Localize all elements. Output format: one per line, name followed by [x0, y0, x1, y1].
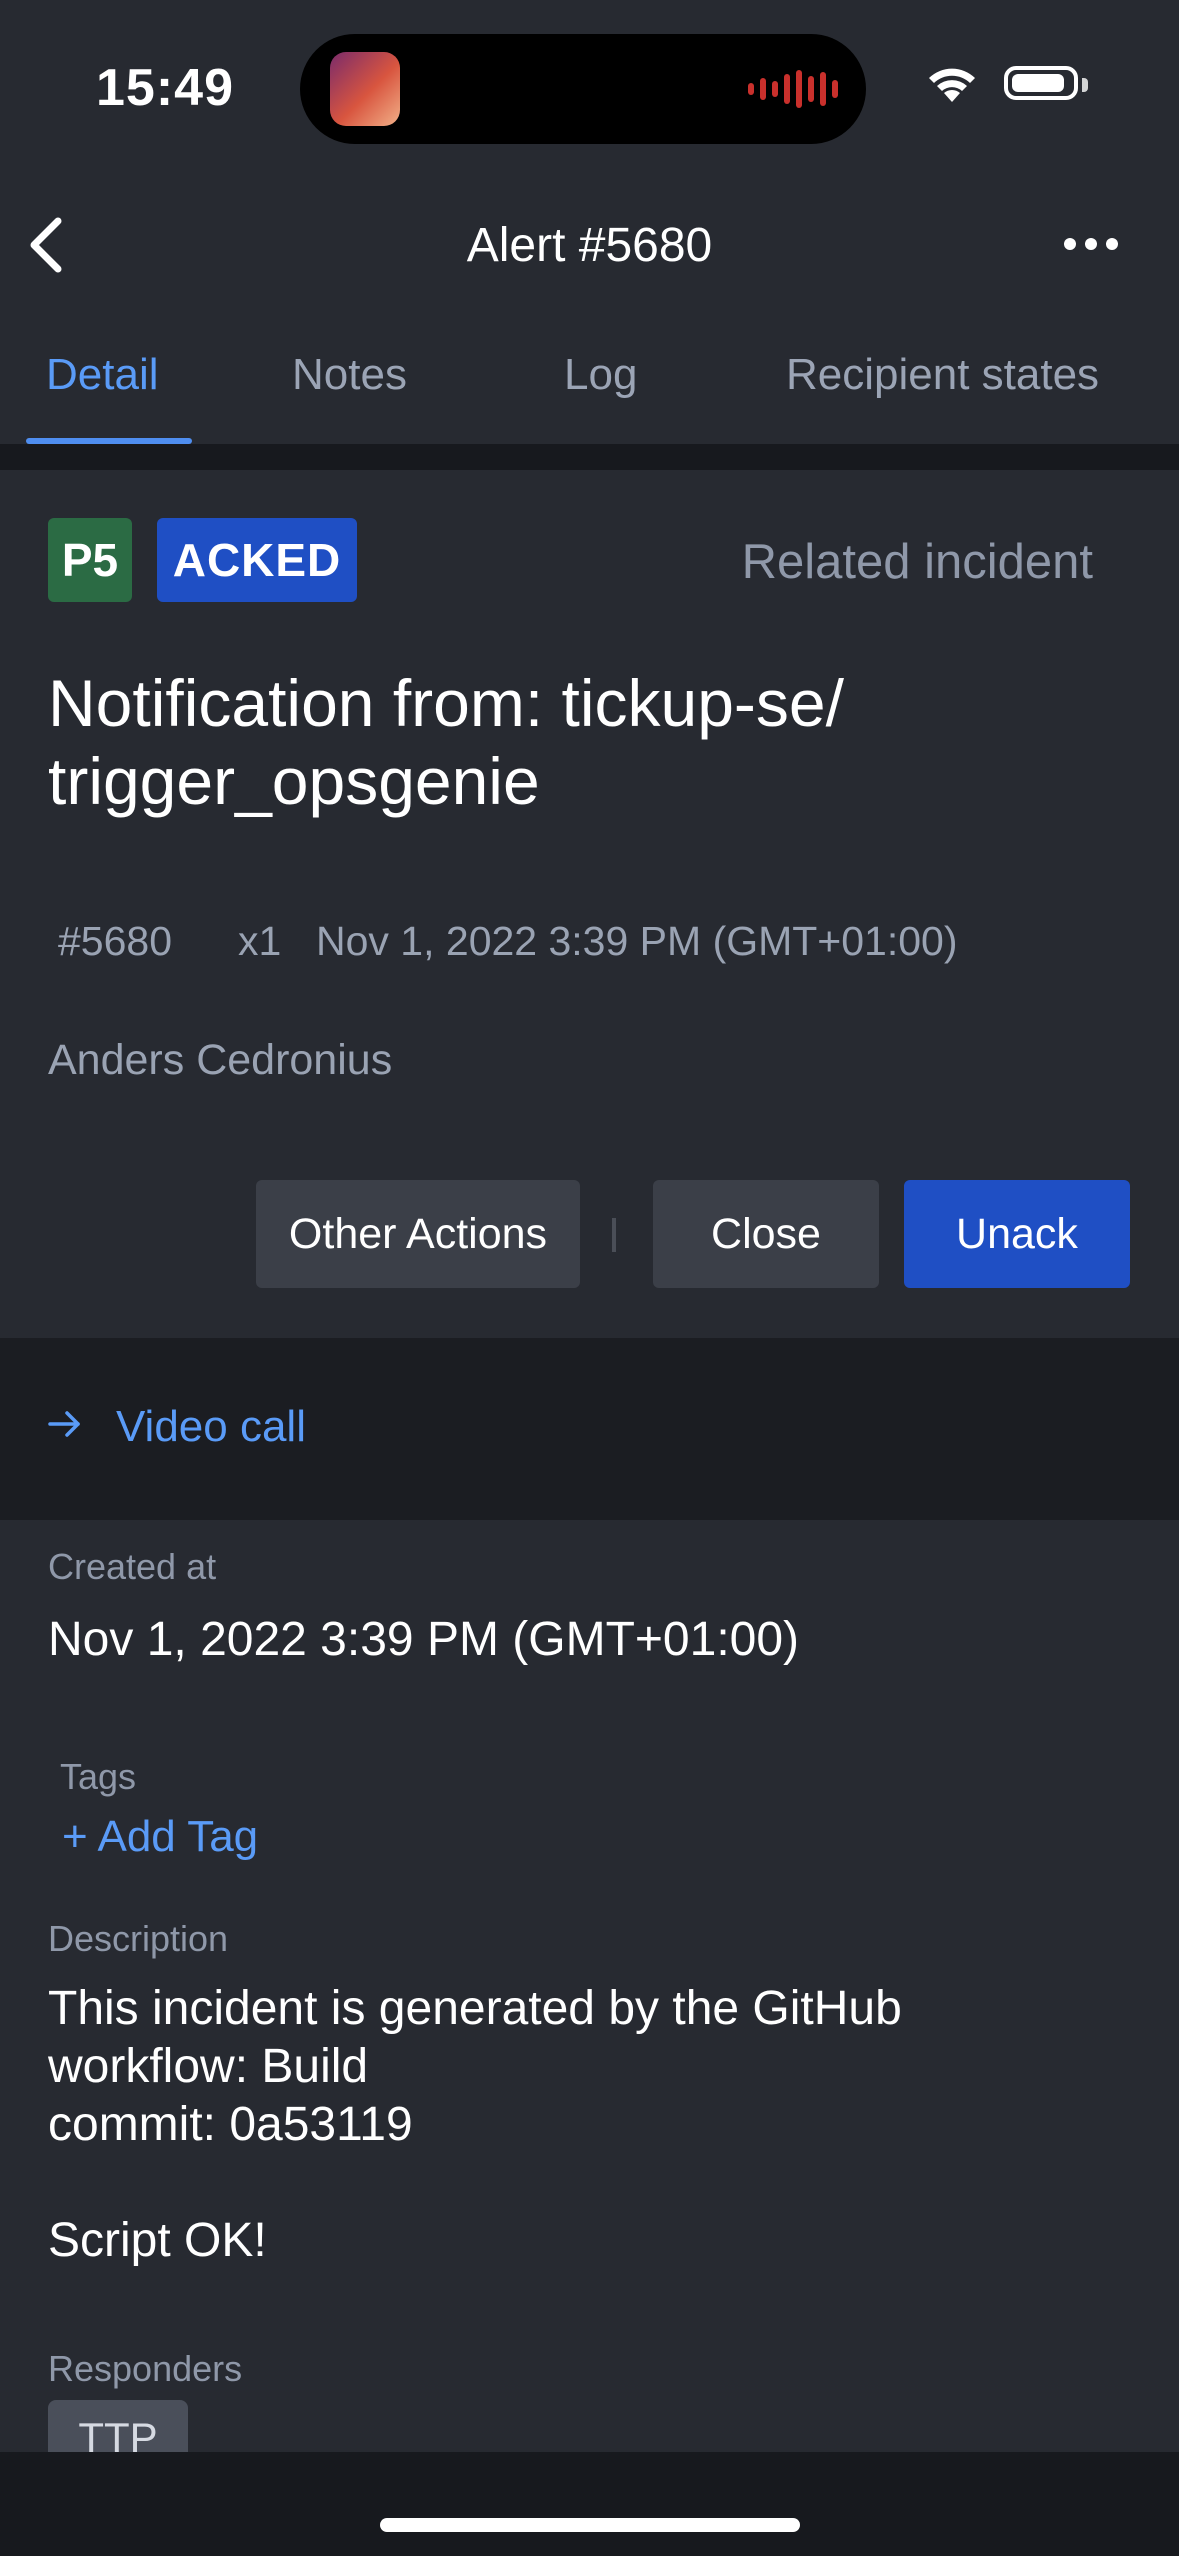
tags-label: Tags	[60, 1756, 137, 1797]
wifi-icon	[929, 68, 975, 102]
more-dots-icon[interactable]	[1064, 238, 1118, 250]
home-indicator[interactable]	[380, 2518, 800, 2532]
add-tag-button[interactable]: + Add Tag	[62, 1812, 258, 1862]
responders-label: Responders	[48, 2348, 243, 2389]
video-call-link[interactable]: Video call	[116, 1402, 306, 1452]
other-actions-button[interactable]: Other Actions	[256, 1180, 580, 1288]
alert-title: Notification from: tickup-se/ trigger_op…	[48, 666, 844, 818]
tab-log[interactable]: Log	[564, 350, 637, 400]
tab-recipient-states[interactable]: Recipient states	[786, 350, 1099, 400]
audio-wave-icon	[748, 70, 838, 108]
page-title: Alert #5680	[466, 219, 713, 272]
alert-count: x1	[238, 918, 282, 964]
close-button[interactable]: Close	[653, 1180, 879, 1288]
arrow-right-icon	[48, 1411, 80, 1437]
alert-owner[interactable]: Anders Cedronius	[48, 1036, 392, 1085]
related-incident-link[interactable]: Related incident	[742, 534, 1093, 590]
dynamic-island	[300, 34, 866, 144]
unack-button[interactable]: Unack	[904, 1180, 1130, 1288]
created-at-label: Created at	[48, 1546, 217, 1587]
status-badge: ACKED	[157, 518, 357, 602]
alert-tiny-id: #5680	[58, 918, 173, 964]
description-text: This incident is generated by the GitHub…	[48, 1982, 902, 2267]
button-divider	[612, 1218, 616, 1252]
bottom-safe-area	[0, 2452, 1179, 2556]
battery-icon	[1004, 66, 1078, 100]
status-time: 15:49	[96, 59, 234, 117]
tab-detail[interactable]: Detail	[46, 350, 159, 400]
battery-nub	[1082, 78, 1088, 92]
now-playing-artwork	[330, 52, 400, 126]
priority-badge: P5	[48, 518, 132, 602]
tab-notes[interactable]: Notes	[292, 350, 407, 400]
section-divider	[0, 444, 1179, 470]
alert-created-time: Nov 1, 2022 3:39 PM (GMT+01:00)	[316, 918, 958, 964]
created-at-value: Nov 1, 2022 3:39 PM (GMT+01:00)	[48, 1613, 800, 1666]
description-label: Description	[48, 1918, 229, 1959]
